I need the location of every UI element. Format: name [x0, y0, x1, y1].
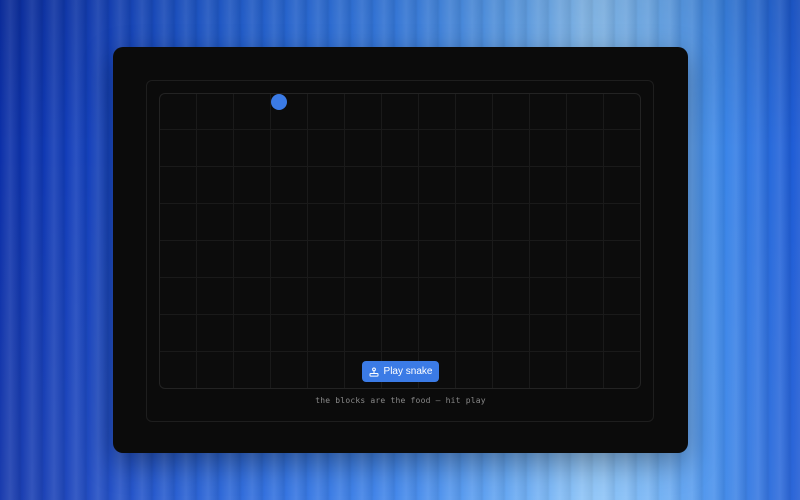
game-card: Play snake the blocks are the food — hit… — [113, 47, 688, 453]
play-snake-button[interactable]: Play snake — [362, 361, 439, 382]
hint-text: the blocks are the food — hit play — [315, 396, 486, 405]
joystick-icon — [369, 367, 379, 377]
food-dot — [271, 94, 287, 110]
play-snake-label: Play snake — [383, 366, 433, 377]
game-board-grid — [159, 93, 641, 389]
